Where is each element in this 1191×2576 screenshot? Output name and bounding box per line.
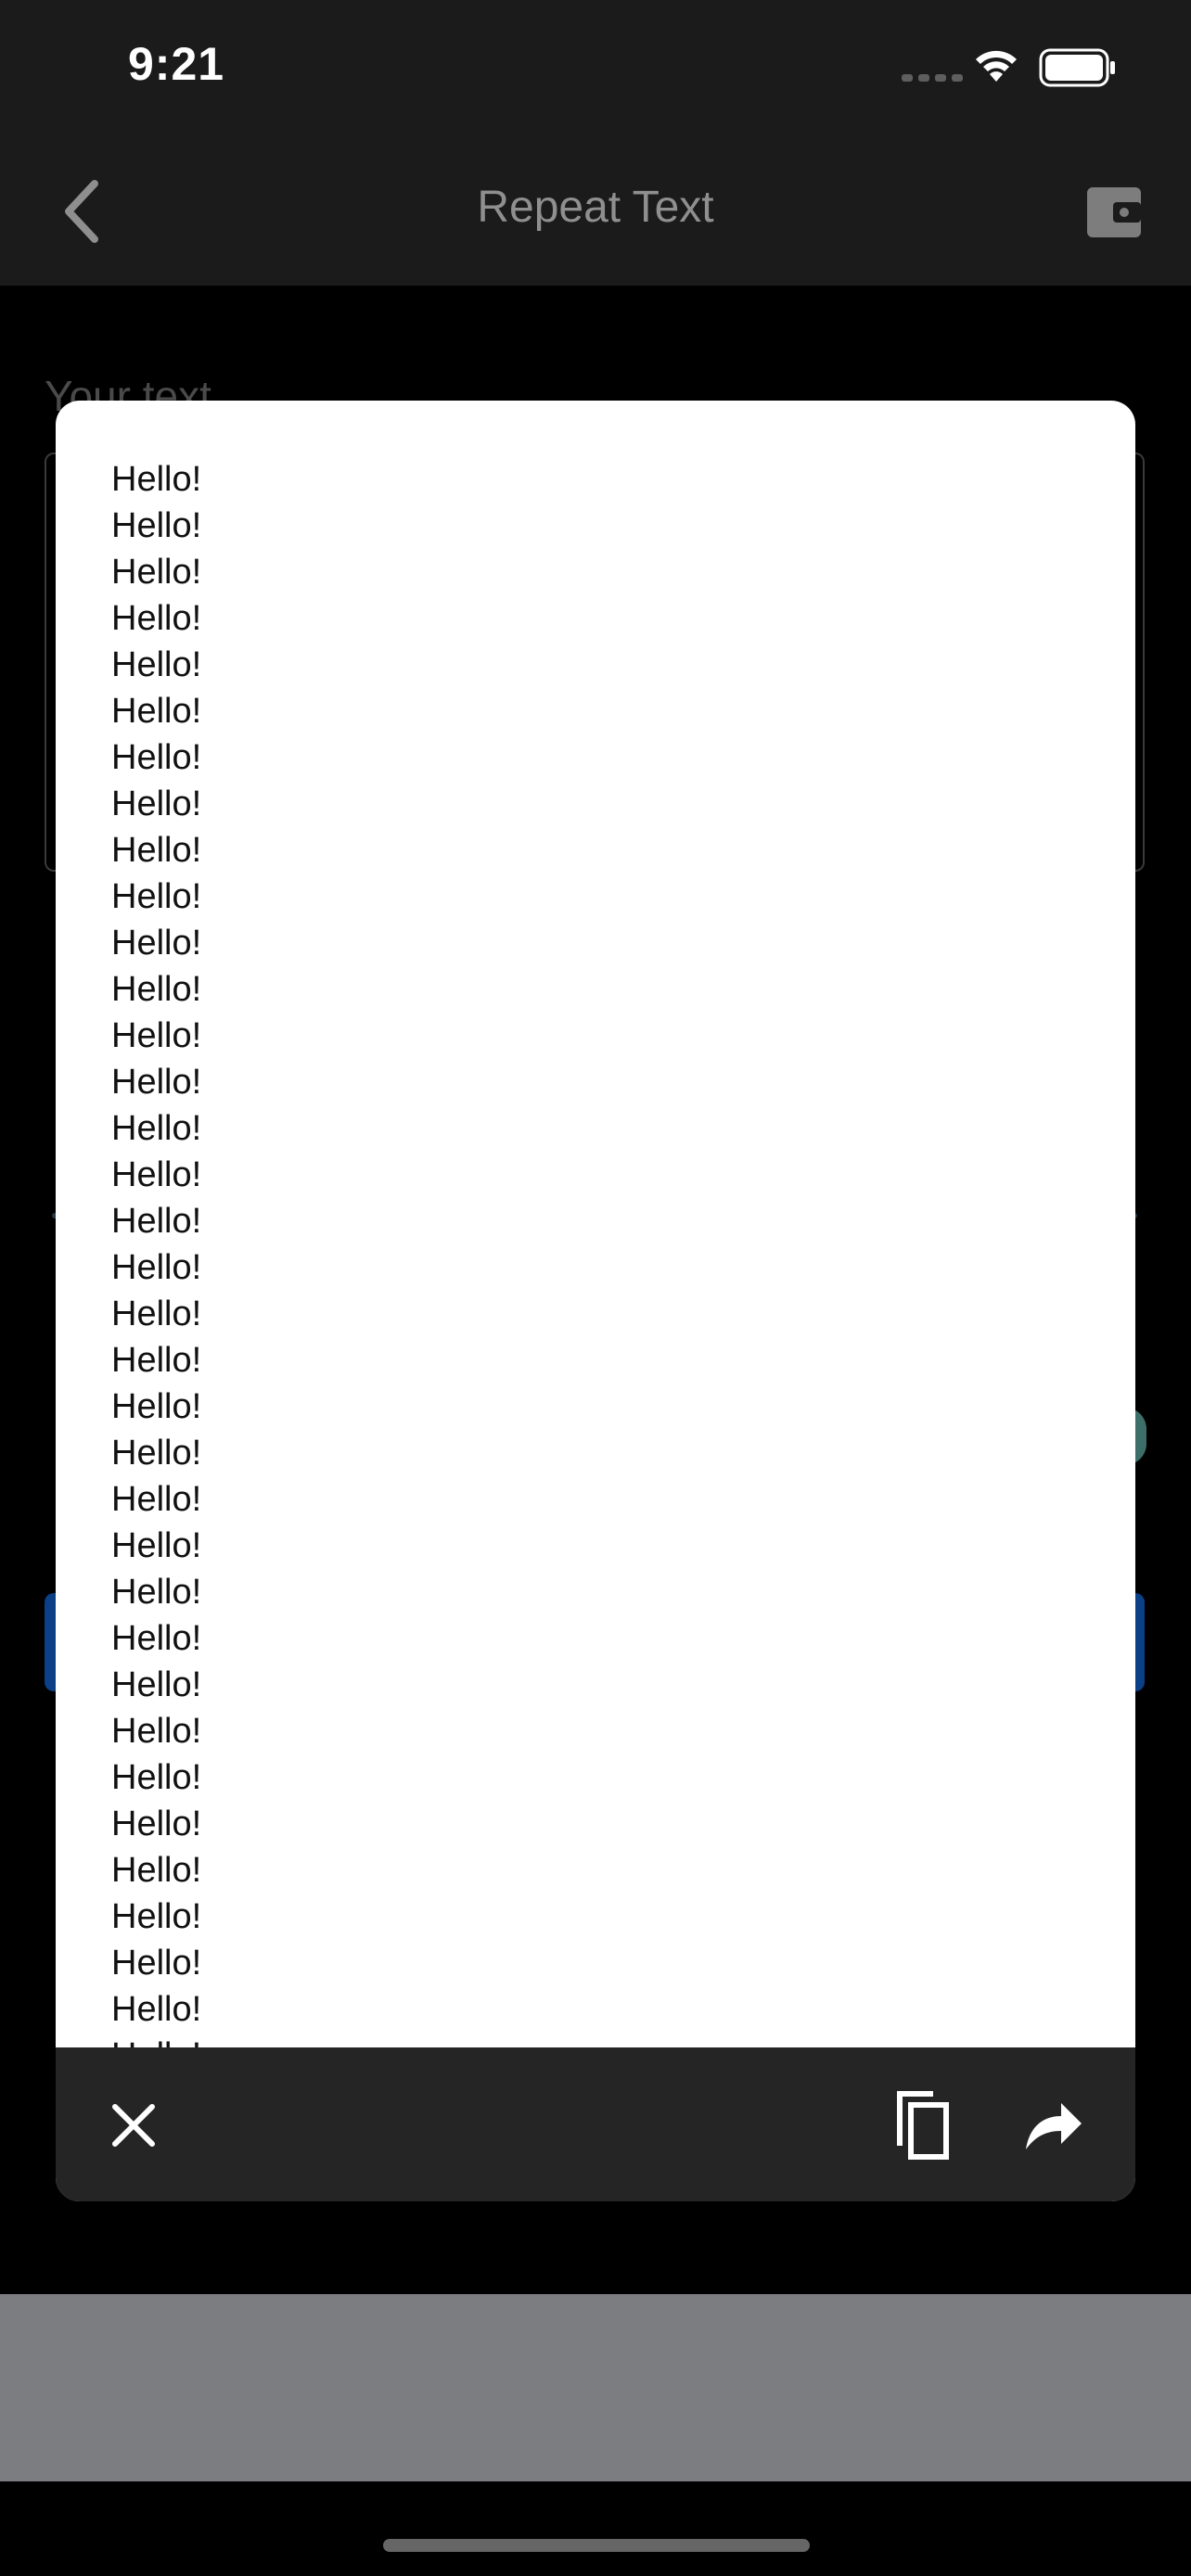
copy-icon[interactable]	[889, 2088, 954, 2162]
result-line: Hello!	[111, 924, 202, 963]
result-line: Hello!	[111, 553, 202, 592]
result-line: Hello!	[111, 1155, 202, 1194]
result-line: Hello!	[111, 877, 202, 916]
result-line: Hello!	[111, 645, 202, 684]
result-line: Hello!	[111, 1665, 202, 1704]
result-line: Hello!	[111, 1016, 202, 1055]
result-line: Hello!	[111, 1109, 202, 1148]
battery-icon	[1039, 48, 1115, 87]
result-line: Hello!	[111, 599, 202, 638]
page-title: Repeat Text	[477, 183, 714, 232]
result-line: Hello!	[111, 460, 202, 499]
cellular-signal-icon	[902, 74, 963, 82]
result-line: Hello!	[111, 2033, 1076, 2047]
result-line: Hello!	[111, 831, 202, 870]
wallet-icon[interactable]	[1085, 184, 1143, 241]
result-line: Hello!	[111, 1851, 202, 1890]
share-icon[interactable]	[1020, 2096, 1085, 2155]
result-line: Hello!	[111, 1434, 202, 1473]
result-line: Hello!	[111, 1294, 202, 1333]
home-indicator[interactable]	[383, 2539, 810, 2552]
result-line: Hello!	[111, 738, 202, 777]
result-line: Hello!	[111, 1248, 202, 1287]
result-line: Hello!	[111, 1480, 202, 1519]
wifi-icon	[976, 50, 1017, 82]
result-line: Hello!	[111, 1063, 202, 1102]
result-line: Hello!	[111, 1202, 202, 1241]
result-line: Hello!	[111, 1573, 202, 1612]
result-line: Hello!	[111, 1619, 202, 1658]
modal-toolbar	[56, 2047, 1135, 2201]
result-line: Hello!	[111, 692, 202, 731]
result-line: Hello!	[111, 1341, 202, 1380]
status-bar: 9:21	[0, 0, 1191, 139]
close-icon[interactable]	[104, 2096, 163, 2155]
result-text: Hello! Hello! Hello! Hello! Hello! Hello! Hell…	[111, 456, 1076, 2047]
result-line: Hello!	[111, 970, 202, 1009]
result-line: Hello!	[111, 1804, 202, 1843]
result-line: Hello!	[111, 1387, 202, 1426]
result-line: Hello!	[111, 784, 202, 823]
result-line: Hello!	[111, 1758, 202, 1797]
home-area	[0, 2481, 1191, 2576]
ad-banner-area	[0, 2294, 1191, 2481]
result-line: Hello!	[111, 1897, 202, 1936]
result-line: Hello!	[111, 1944, 202, 1983]
result-modal: Hello! Hello! Hello! Hello! Hello! Hello! Hell…	[56, 401, 1135, 2201]
result-line: Hello!	[111, 1712, 202, 1751]
result-line: Hello!	[111, 1526, 202, 1565]
result-line: Hello!	[111, 1990, 202, 2029]
navigation-bar: Repeat Text	[0, 139, 1191, 286]
result-line: Hello!	[111, 506, 202, 545]
status-time: 9:21	[128, 38, 225, 90]
